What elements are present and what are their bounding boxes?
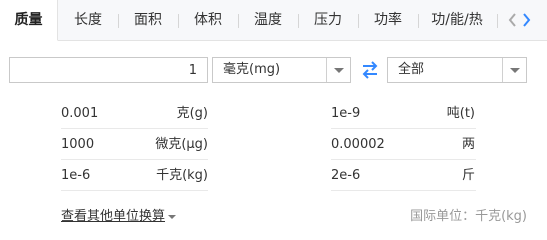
- more-units-label: 查看其他单位换算: [61, 209, 166, 224]
- dropdown-arrow-button[interactable]: [502, 58, 526, 82]
- row-divider: [61, 128, 208, 129]
- chevron-left-icon[interactable]: [507, 12, 519, 28]
- row-divider: [331, 190, 476, 191]
- tab-area[interactable]: 面积: [118, 0, 178, 40]
- row-divider: [61, 190, 208, 191]
- value-input[interactable]: [10, 58, 207, 82]
- row-divider: [331, 159, 476, 160]
- result-value: 2e-6: [331, 168, 361, 183]
- result-unit: 吨(t): [446, 106, 475, 121]
- chevron-down-icon: [168, 214, 177, 219]
- value-input-box: [9, 57, 208, 83]
- more-units-link[interactable]: 查看其他单位换算: [61, 205, 177, 224]
- international-unit-note: 国际单位：千克(kg): [410, 209, 527, 224]
- result-value: 1e-6: [61, 168, 91, 183]
- chevron-down-icon: [334, 68, 344, 73]
- result-value: 1e-9: [331, 106, 361, 121]
- tab-mass[interactable]: 质量: [0, 0, 58, 41]
- from-unit-select[interactable]: 毫克(mg): [212, 57, 351, 83]
- tab-volume[interactable]: 体积: [178, 0, 238, 40]
- result-unit: 克(g): [176, 106, 208, 121]
- result-value: 0.001: [61, 106, 99, 121]
- result-unit: 微克(μg): [155, 137, 208, 152]
- chevron-right-icon[interactable]: [520, 12, 532, 28]
- result-value: 0.00002: [331, 137, 385, 152]
- to-unit-value: 全部: [398, 62, 425, 77]
- tab-power[interactable]: 功率: [358, 0, 418, 40]
- tab-work-energy-heat[interactable]: 功/能/热: [418, 0, 496, 40]
- tab-pressure[interactable]: 压力: [298, 0, 358, 40]
- result-unit: 千克(kg): [156, 168, 208, 183]
- result-unit: 斤: [461, 168, 475, 183]
- row-divider: [61, 159, 208, 160]
- swap-arrows-icon[interactable]: [359, 59, 381, 81]
- result-value: 1000: [61, 137, 95, 152]
- tab-divider: [497, 14, 498, 28]
- row-divider: [331, 128, 476, 129]
- tab-temperature[interactable]: 温度: [238, 0, 298, 40]
- chevron-down-icon: [510, 68, 520, 73]
- result-unit: 两: [461, 137, 475, 152]
- to-unit-select[interactable]: 全部: [387, 57, 527, 83]
- dropdown-arrow-button[interactable]: [326, 58, 350, 82]
- unit-category-tabs: 质量 长度 面积 体积 温度 压力 功率 功/能/热: [0, 0, 547, 41]
- from-unit-value: 毫克(mg): [223, 62, 281, 77]
- tab-length[interactable]: 长度: [58, 0, 118, 40]
